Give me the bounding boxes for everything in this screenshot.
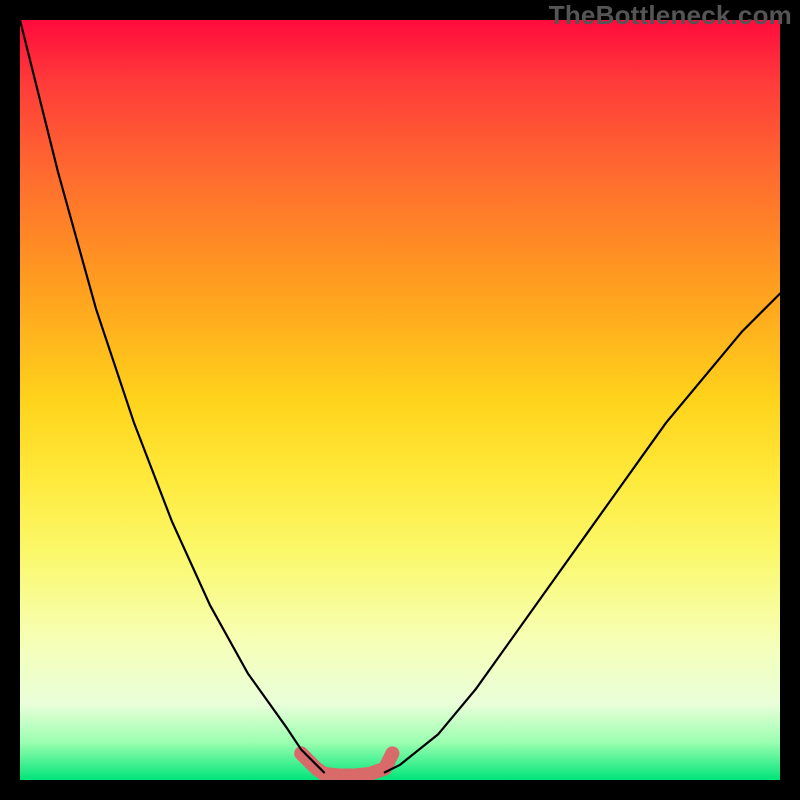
curve-layer <box>20 20 780 780</box>
right-curve-path <box>385 294 780 773</box>
plot-area <box>20 20 780 780</box>
left-curve-path <box>20 20 324 772</box>
watermark-text: TheBottleneck.com <box>549 0 792 31</box>
chart-root: TheBottleneck.com <box>0 0 800 800</box>
